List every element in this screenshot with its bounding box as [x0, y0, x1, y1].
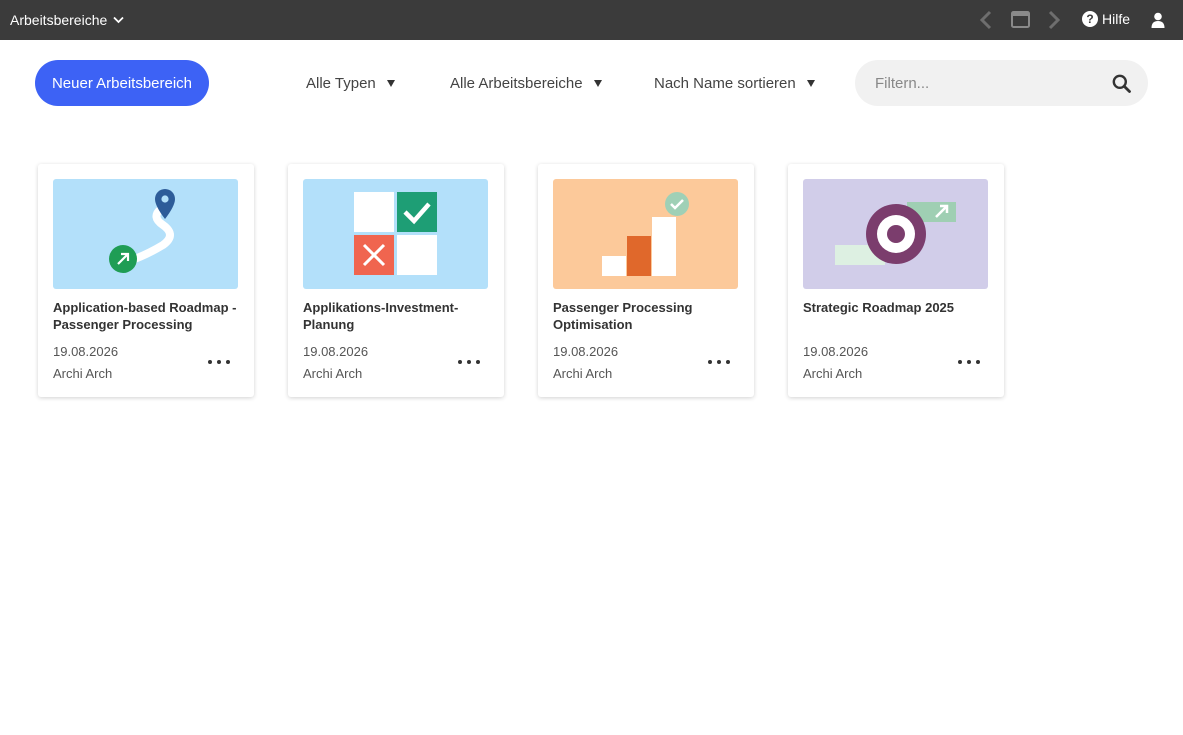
caret-down-icon	[806, 80, 815, 87]
roadmap-route-icon	[53, 179, 238, 289]
card-title: Passenger Processing Optimisation	[553, 300, 693, 332]
workspace-card[interactable]: Applikations-Investment-Planung 19.08.20…	[288, 164, 504, 397]
card-title: Application-based Roadmap - Passenger Pr…	[53, 300, 237, 332]
card-owner: Archi Arch	[53, 366, 113, 381]
workspace-card[interactable]: Application-based Roadmap - Passenger Pr…	[38, 164, 254, 397]
workspace-card[interactable]: Strategic Roadmap 2025 19.08.2026 Archi …	[788, 164, 1004, 397]
filter-input[interactable]	[875, 73, 1095, 93]
bar-growth-icon	[553, 179, 738, 289]
new-workspace-button[interactable]: Neuer Arbeitsbereich	[35, 60, 209, 106]
workspaces-menu[interactable]: Arbeitsbereiche	[10, 12, 124, 28]
type-filter-label: Alle Typen	[306, 75, 376, 92]
top-bar: Arbeitsbereiche ? Hilfe	[0, 0, 1183, 40]
card-owner: Archi Arch	[553, 366, 613, 381]
type-filter-dropdown[interactable]: Alle Typen	[306, 75, 395, 92]
window-icon[interactable]	[1011, 11, 1030, 28]
more-options-icon[interactable]	[958, 356, 980, 368]
workspace-card[interactable]: Passenger Processing Optimisation 19.08.…	[538, 164, 754, 397]
filter-box	[855, 60, 1148, 106]
caret-down-icon	[593, 80, 602, 87]
more-options-icon[interactable]	[208, 356, 230, 368]
more-options-icon[interactable]	[708, 356, 730, 368]
investment-grid-icon	[303, 179, 488, 289]
card-title: Strategic Roadmap 2025	[803, 300, 955, 315]
card-date: 19.08.2026	[53, 344, 119, 359]
target-icon	[803, 179, 988, 289]
help-button[interactable]: ? Hilfe	[1082, 11, 1130, 27]
forward-arrow-icon[interactable]	[1047, 10, 1061, 30]
help-icon: ?	[1082, 11, 1098, 27]
search-icon[interactable]	[1112, 74, 1131, 93]
card-date: 19.08.2026	[803, 344, 869, 359]
card-date: 19.08.2026	[553, 344, 619, 359]
workspace-filter-dropdown[interactable]: Alle Arbeitsbereiche	[450, 75, 602, 92]
caret-down-icon	[386, 80, 395, 87]
workspace-filter-label: Alle Arbeitsbereiche	[450, 75, 583, 92]
card-owner: Archi Arch	[803, 366, 863, 381]
sort-label: Nach Name sortieren	[654, 75, 796, 92]
sort-dropdown[interactable]: Nach Name sortieren	[654, 75, 815, 92]
card-date: 19.08.2026	[303, 344, 369, 359]
card-owner: Archi Arch	[303, 366, 363, 381]
more-options-icon[interactable]	[458, 356, 480, 368]
chevron-down-icon	[113, 16, 124, 24]
back-arrow-icon[interactable]	[979, 10, 993, 30]
card-title: Applikations-Investment-Planung	[303, 300, 459, 332]
help-label: Hilfe	[1102, 11, 1131, 27]
workspaces-menu-label: Arbeitsbereiche	[10, 12, 108, 28]
user-icon[interactable]	[1151, 12, 1165, 28]
